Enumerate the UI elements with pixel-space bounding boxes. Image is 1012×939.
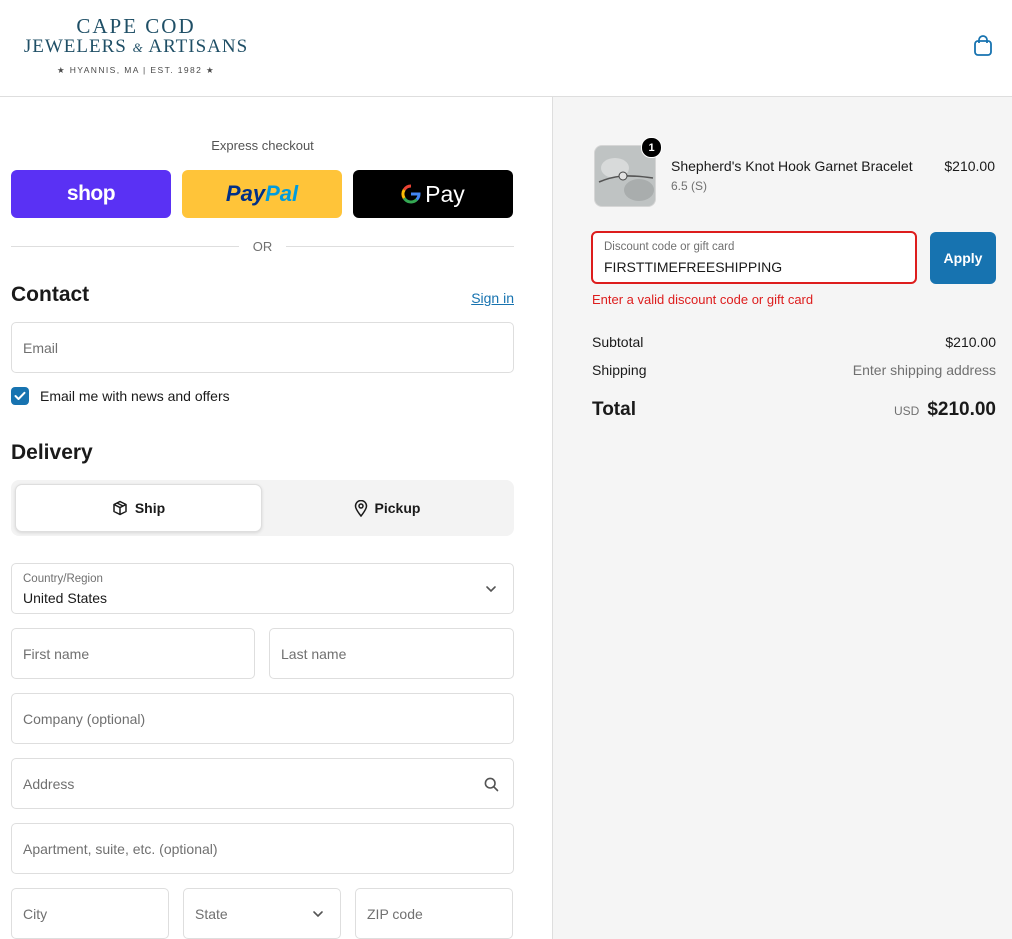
- search-icon: [483, 776, 499, 792]
- newsletter-label: Email me with news and offers: [40, 388, 230, 404]
- chevron-down-icon: [310, 906, 326, 922]
- first-name-placeholder: First name: [23, 646, 90, 662]
- google-pay-label: Pay: [425, 180, 465, 207]
- state-placeholder: State: [195, 906, 228, 922]
- delivery-title: Delivery: [11, 441, 93, 464]
- google-g-icon: [401, 184, 421, 204]
- discount-code-input[interactable]: Discount code or gift card FIRSTTIMEFREE…: [591, 231, 917, 284]
- total-label: Total: [592, 399, 636, 420]
- address-placeholder: Address: [23, 776, 75, 792]
- logo-tagline: ★ HYANNIS, MA | EST. 1982 ★: [56, 65, 216, 75]
- logo-ampersand: &: [132, 40, 144, 55]
- subtotal-value: $210.00: [945, 334, 996, 350]
- box-icon: [112, 500, 128, 516]
- sign-in-link[interactable]: Sign in: [460, 290, 514, 306]
- paypal-button[interactable]: Pay Pal: [182, 170, 342, 218]
- location-pin-icon: [354, 499, 368, 517]
- total-value: $210.00: [927, 399, 996, 420]
- zip-placeholder: ZIP code: [367, 906, 423, 922]
- subtotal-label: Subtotal: [592, 334, 644, 350]
- apartment-field[interactable]: Apartment, suite, etc. (optional): [11, 823, 514, 874]
- apartment-placeholder: Apartment, suite, etc. (optional): [23, 841, 218, 857]
- cart-button[interactable]: [971, 34, 995, 58]
- email-field[interactable]: Email: [11, 322, 514, 373]
- or-divider: OR: [11, 236, 514, 256]
- subtotal-row: Subtotal $210.00: [592, 334, 996, 350]
- checkmark-icon: [14, 391, 26, 400]
- last-name-placeholder: Last name: [281, 646, 347, 662]
- total-row: Total USD $210.00: [592, 399, 996, 421]
- or-text: OR: [252, 238, 273, 254]
- pickup-label: Pickup: [374, 500, 421, 516]
- city-placeholder: City: [23, 906, 48, 922]
- discount-error-message: Enter a valid discount code or gift card: [592, 292, 814, 307]
- shopping-bag-icon: [974, 35, 992, 56]
- order-summary-column: 1 Shepherd's Knot Hook Garnet Bracelet 6…: [552, 97, 1012, 939]
- state-select[interactable]: State: [183, 888, 341, 939]
- ship-label: Ship: [134, 500, 166, 516]
- logo-artisans: ARTISANS: [148, 36, 249, 57]
- country-label: Country/Region: [23, 573, 103, 585]
- store-logo[interactable]: CAPE COD JEWELERS & ARTISANS ★ HYANNIS, …: [11, 16, 261, 76]
- company-placeholder: Company (optional): [23, 711, 146, 727]
- last-name-field[interactable]: Last name: [269, 628, 514, 679]
- discount-value: FIRSTTIMEFREESHIPPING: [604, 259, 783, 275]
- logo-jewelers: JEWELERS: [23, 36, 127, 57]
- city-field[interactable]: City: [11, 888, 169, 939]
- address-field[interactable]: Address: [11, 758, 514, 809]
- delivery-method-toggle: Ship Pickup: [11, 480, 514, 536]
- zip-field[interactable]: ZIP code: [355, 888, 513, 939]
- paypal-pal-text: Pal: [265, 181, 299, 206]
- ship-option[interactable]: Ship: [15, 484, 262, 532]
- chevron-down-icon: [483, 581, 499, 597]
- discount-label: Discount code or gift card: [604, 241, 735, 253]
- paypal-pay-text: Pay: [225, 181, 266, 206]
- country-value: United States: [23, 590, 108, 606]
- product-name: Shepherd's Knot Hook Garnet Bracelet: [671, 158, 913, 174]
- logo-line-1: CAPE COD: [76, 14, 196, 38]
- divider-line-right: [286, 245, 514, 247]
- contact-title: Contact: [11, 283, 90, 306]
- site-header: CAPE COD JEWELERS & ARTISANS ★ HYANNIS, …: [0, 0, 1012, 97]
- checkout-form-column: Express checkout shop Pay Pal Pay OR Cont…: [0, 97, 552, 939]
- quantity-badge: 1: [641, 137, 662, 158]
- product-price: $210.00: [944, 158, 995, 174]
- shipping-label: Shipping: [592, 362, 647, 378]
- email-placeholder: Email: [23, 340, 59, 356]
- shipping-row: Shipping Enter shipping address: [592, 362, 996, 378]
- express-checkout-label: Express checkout: [211, 138, 314, 153]
- country-select[interactable]: Country/Region United States: [11, 563, 514, 614]
- newsletter-checkbox-row[interactable]: Email me with news and offers: [11, 387, 230, 405]
- shop-pay-button[interactable]: shop: [11, 170, 171, 218]
- company-field[interactable]: Company (optional): [11, 693, 514, 744]
- apply-discount-button[interactable]: Apply: [930, 232, 996, 284]
- logo-line-2: JEWELERS & ARTISANS: [11, 36, 261, 59]
- pickup-option[interactable]: Pickup: [264, 484, 510, 532]
- first-name-field[interactable]: First name: [11, 628, 255, 679]
- total-currency: USD: [893, 404, 920, 418]
- product-variant: 6.5 (S): [671, 179, 708, 193]
- newsletter-checkbox[interactable]: [11, 387, 29, 405]
- google-pay-button[interactable]: Pay: [353, 170, 513, 218]
- divider-line-left: [11, 245, 239, 247]
- shop-pay-label: shop: [66, 182, 116, 205]
- shipping-value: Enter shipping address: [852, 362, 996, 378]
